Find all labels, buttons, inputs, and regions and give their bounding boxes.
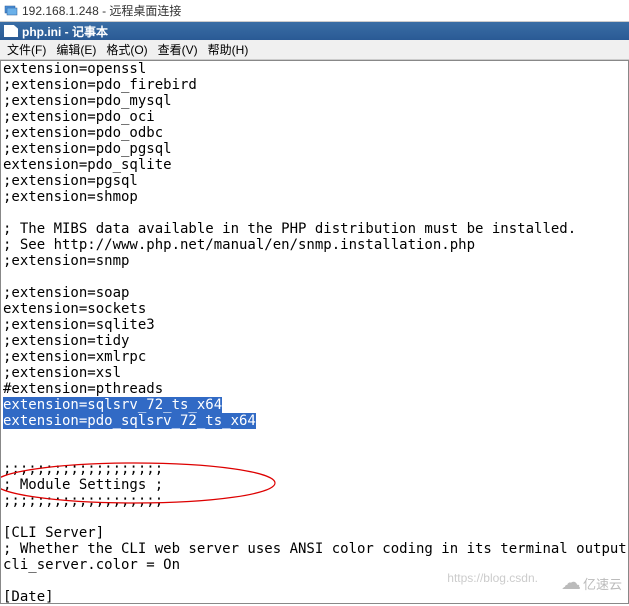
menu-edit[interactable]: 编辑(E) [53,40,99,59]
text-line: ; The MIBS data available in the PHP dis… [3,221,576,237]
text-line: ;;;;;;;;;;;;;;;;;;; [3,493,163,509]
notepad-icon [4,25,18,37]
rdp-titlebar: 192.168.1.248 - 远程桌面连接 [0,0,629,22]
menu-help[interactable]: 帮助(H) [205,40,252,59]
menu-format[interactable]: 格式(O) [103,40,150,59]
text-line: [Date] [3,589,54,604]
text-line: ;extension=soap [3,285,129,301]
menubar: 文件(F) 编辑(E) 格式(O) 查看(V) 帮助(H) [0,40,629,60]
selected-text-line-2: extension=pdo_sqlsrv_72_ts_x64 [3,413,256,429]
text-line: ;;;;;;;;;;;;;;;;;;; [3,461,163,477]
menu-file[interactable]: 文件(F) [4,40,49,59]
text-line: ;extension=pdo_oci [3,109,155,125]
text-line: [CLI Server] [3,525,104,541]
text-line: extension=pdo_sqlite [3,157,172,173]
rdp-title: 192.168.1.248 - 远程桌面连接 [22,2,181,19]
editor-area[interactable]: extension=openssl ;extension=pdo_firebir… [0,60,629,604]
text-line: ;extension=xmlrpc [3,349,146,365]
notepad-title: php.ini - 记事本 [22,23,108,40]
text-line: extension=openssl [3,61,146,77]
text-line: #extension=pthreads [3,381,163,397]
text-line: ;extension=sqlite3 [3,317,155,333]
notepad-titlebar: php.ini - 记事本 [0,22,629,40]
text-line: ; Whether the CLI web server uses ANSI c… [3,541,629,557]
text-line: ;extension=pdo_firebird [3,77,197,93]
editor-content[interactable]: extension=openssl ;extension=pdo_firebir… [1,61,628,604]
text-line: ; See http://www.php.net/manual/en/snmp.… [3,237,475,253]
menu-view[interactable]: 查看(V) [155,40,201,59]
text-line: ;extension=pdo_mysql [3,93,172,109]
rdp-icon [4,4,18,18]
text-line: ;extension=pdo_odbc [3,125,163,141]
text-line: ;extension=pdo_pgsql [3,141,172,157]
selected-text-line-1: extension=sqlsrv_72_ts_x64 [3,397,222,413]
text-line: cli_server.color = On [3,557,180,573]
text-line: ;extension=tidy [3,333,129,349]
text-line: ;extension=shmop [3,189,138,205]
text-line: ; Module Settings ; [3,477,163,493]
text-line: ;extension=xsl [3,365,121,381]
text-line: ;extension=snmp [3,253,129,269]
text-line: extension=sockets [3,301,146,317]
text-line: ;extension=pgsql [3,173,138,189]
